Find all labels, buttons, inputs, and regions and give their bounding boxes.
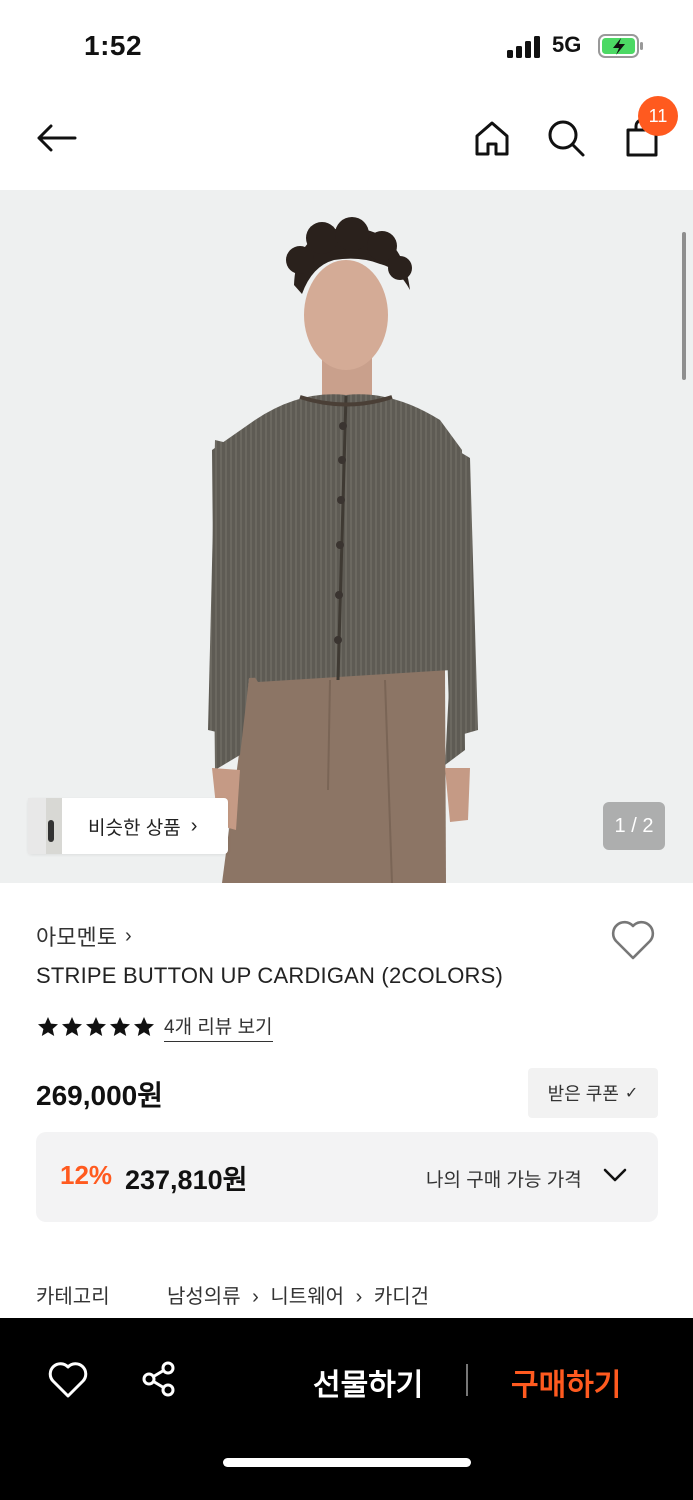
received-coupon-button[interactable]: 받은 쿠폰 ✓ (528, 1068, 658, 1118)
chevron-down-icon: ✓ (624, 1085, 639, 1102)
status-time: 1:52 (84, 30, 143, 61)
status-bar: 1:52 5G (0, 0, 693, 90)
image-page-indicator: 1 / 2 (603, 802, 665, 850)
signal-icon (507, 36, 543, 58)
bottom-action-bar: 선물하기 구매하기 (0, 1318, 693, 1500)
back-arrow-icon (37, 124, 77, 152)
original-price: 269,000원 (36, 1080, 163, 1111)
review-link[interactable]: 4개 리뷰 보기 (164, 1012, 273, 1042)
product-name: STRIPE BUTTON UP CARDIGAN (2COLORS) (36, 963, 504, 988)
star-icon (38, 1017, 58, 1036)
my-price-label: 나의 구매 가능 가격 (426, 1170, 582, 1191)
gift-button[interactable]: 선물하기 (313, 1360, 423, 1404)
search-icon (548, 120, 585, 157)
similar-products-label: 비슷한 상품 (88, 817, 181, 839)
home-button[interactable] (468, 114, 516, 162)
category-label: 카테고리 (36, 1286, 110, 1308)
network-label: 5G (552, 32, 582, 57)
divider (466, 1364, 468, 1396)
chevron-right-icon: › (124, 924, 132, 947)
category-item[interactable]: 남성의류 (167, 1286, 241, 1308)
home-indicator[interactable] (223, 1458, 471, 1467)
my-price-box[interactable]: 12% 237,810원 나의 구매 가능 가격 (36, 1132, 658, 1222)
similar-products-button[interactable]: 비슷한 상품 › (28, 798, 228, 854)
search-button[interactable] (542, 114, 590, 162)
category-breadcrumb: 남성의류 › 니트웨어 › 카디건 (167, 1280, 435, 1309)
share-icon[interactable] (140, 1360, 178, 1398)
chevron-down-icon (603, 1168, 627, 1182)
chevron-right-icon: › (355, 1286, 363, 1308)
product-image[interactable] (0, 190, 693, 883)
star-icon (62, 1017, 82, 1036)
heart-icon[interactable] (48, 1360, 88, 1400)
brand-name: 아모멘토 (36, 925, 117, 950)
star-icon (86, 1017, 106, 1036)
similar-product-thumbnail (28, 798, 88, 854)
category-item[interactable]: 니트웨어 (270, 1286, 344, 1308)
model-illustration (208, 217, 478, 883)
battery-icon (598, 34, 643, 58)
coupon-label: 받은 쿠폰 (547, 1084, 619, 1104)
buy-button[interactable]: 구매하기 (511, 1360, 621, 1404)
rating-row: 4개 리뷰 보기 (36, 1012, 273, 1042)
back-button[interactable] (30, 112, 82, 164)
image-scrollbar[interactable] (682, 232, 686, 380)
wishlist-heart-icon[interactable] (610, 918, 656, 962)
discount-rate: 12% (60, 1160, 113, 1190)
top-nav (0, 90, 693, 190)
category-row: 카테고리 남성의류 › 니트웨어 › 카디건 (36, 1280, 435, 1309)
star-icon (110, 1017, 130, 1036)
category-item[interactable]: 카디건 (374, 1286, 429, 1308)
sale-price: 237,810원 (125, 1165, 248, 1195)
chevron-right-icon: › (190, 814, 198, 837)
brand-link[interactable]: 아모멘토 › (36, 920, 132, 952)
cart-count-badge: 11 (638, 96, 678, 136)
chevron-right-icon: › (252, 1286, 259, 1308)
star-icon (134, 1017, 154, 1036)
home-icon (475, 121, 509, 156)
